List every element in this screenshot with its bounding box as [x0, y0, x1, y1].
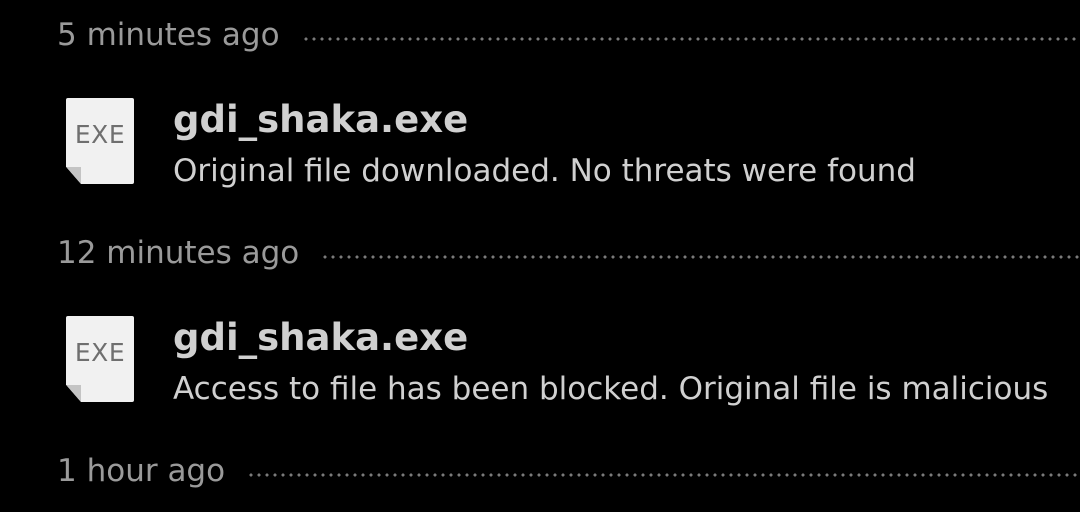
time-label: 1 hour ago: [57, 453, 226, 489]
time-separator: 1 hour ago: [57, 451, 1080, 491]
scan-status-text: Access to file has been blocked. Origina…: [173, 371, 1049, 407]
exe-file-icon: EXE: [66, 98, 134, 184]
file-extension-label: EXE: [74, 338, 126, 367]
file-name: gdi_shaka.exe: [173, 98, 469, 141]
time-separator: 5 minutes ago: [57, 15, 1080, 55]
exe-file-icon: EXE: [66, 316, 134, 402]
file-list-item[interactable]: EXE gdi_shaka.exe Access to file has bee…: [0, 316, 1080, 426]
time-label: 5 minutes ago: [57, 17, 280, 53]
page-fold-corner: [66, 167, 81, 184]
file-name: gdi_shaka.exe: [173, 316, 469, 359]
file-extension-label: EXE: [74, 120, 126, 149]
time-separator: 12 minutes ago: [57, 233, 1080, 273]
time-label: 12 minutes ago: [57, 235, 300, 271]
dotted-divider: [321, 255, 1080, 259]
file-list-item[interactable]: EXE gdi_shaka.exe Original file download…: [0, 98, 1080, 208]
dotted-divider: [247, 473, 1080, 477]
page-fold-corner: [66, 385, 81, 402]
activity-feed: 5 minutes ago EXE gdi_shaka.exe Original…: [0, 0, 1080, 512]
dotted-divider: [301, 37, 1080, 41]
scan-status-text: Original file downloaded. No threats wer…: [173, 153, 916, 189]
